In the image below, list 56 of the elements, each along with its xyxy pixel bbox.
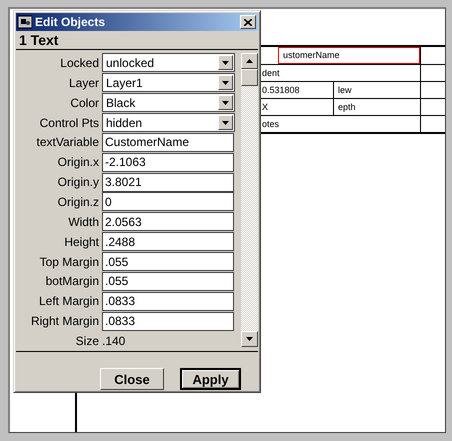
- field-label: Color: [69, 96, 100, 109]
- down-arrow-icon: [222, 100, 229, 105]
- field-label: Origin.z: [56, 196, 100, 208]
- window-title: Edit Objects: [35, 16, 106, 28]
- field-label: Right Margin: [30, 315, 100, 328]
- app-icon: [18, 15, 32, 29]
- dropdown[interactable]: Layer1: [102, 73, 235, 92]
- input-field[interactable]: 0: [102, 192, 234, 212]
- field-label: textVariable: [36, 136, 100, 148]
- dropdown[interactable]: hidden: [102, 113, 235, 132]
- input-field[interactable]: .0833: [102, 292, 234, 311]
- field-label: Origin.y: [56, 176, 100, 188]
- document-cell-text: lew: [337, 84, 353, 96]
- field-label: botMargin: [44, 275, 100, 288]
- down-arrow-icon: [222, 80, 229, 85]
- scroll-thumb[interactable]: [241, 69, 258, 86]
- input-field[interactable]: -2.1063: [102, 152, 234, 172]
- scroll-up-button[interactable]: [241, 53, 258, 69]
- field-label: Origin.x: [56, 156, 100, 168]
- field-label: Height: [63, 236, 100, 248]
- field-label: Top Margin: [38, 256, 100, 268]
- field-label: Size: [74, 334, 100, 347]
- field-label: Layer: [68, 76, 100, 89]
- down-arrow-icon: [222, 60, 229, 65]
- dropdown[interactable]: unlocked: [102, 53, 235, 72]
- size-value: .140: [102, 334, 126, 347]
- document-cell-text: otes: [261, 118, 280, 130]
- close-icon: [244, 18, 252, 26]
- field-label: Control Pts: [38, 116, 100, 128]
- object-header: 1 Text: [19, 33, 58, 47]
- down-arrow-icon: [222, 120, 229, 124]
- input-field[interactable]: CustomerName: [102, 132, 234, 152]
- scroll-down-button[interactable]: [241, 331, 258, 347]
- dropdown[interactable]: Black: [102, 93, 235, 112]
- dropdown-button[interactable]: [218, 75, 233, 90]
- input-field[interactable]: 3.8021: [102, 172, 234, 192]
- dropdown-button[interactable]: [218, 95, 233, 110]
- dropdown-button[interactable]: [218, 55, 233, 70]
- document-cell-text: epth: [337, 100, 357, 114]
- field-label: Width: [67, 216, 100, 228]
- close-button[interactable]: [240, 15, 256, 29]
- input-field[interactable]: .0833: [102, 312, 234, 331]
- document-cell: ustomerName: [278, 47, 420, 64]
- input-field[interactable]: .055: [102, 252, 234, 272]
- field-label: Locked: [59, 56, 100, 69]
- down-arrow-icon: [246, 337, 254, 341]
- field-label: Left Margin: [38, 295, 100, 308]
- dialog-button[interactable]: Close: [100, 368, 164, 390]
- scrollbar[interactable]: [241, 53, 258, 347]
- input-field[interactable]: .055: [102, 272, 234, 291]
- dialog-button[interactable]: Apply: [180, 368, 241, 390]
- input-field[interactable]: .2488: [102, 232, 234, 252]
- dropdown-button[interactable]: [218, 115, 233, 130]
- up-arrow-icon: [246, 59, 254, 63]
- input-field[interactable]: 2.0563: [102, 212, 234, 232]
- document-cell-text: dent: [261, 66, 281, 80]
